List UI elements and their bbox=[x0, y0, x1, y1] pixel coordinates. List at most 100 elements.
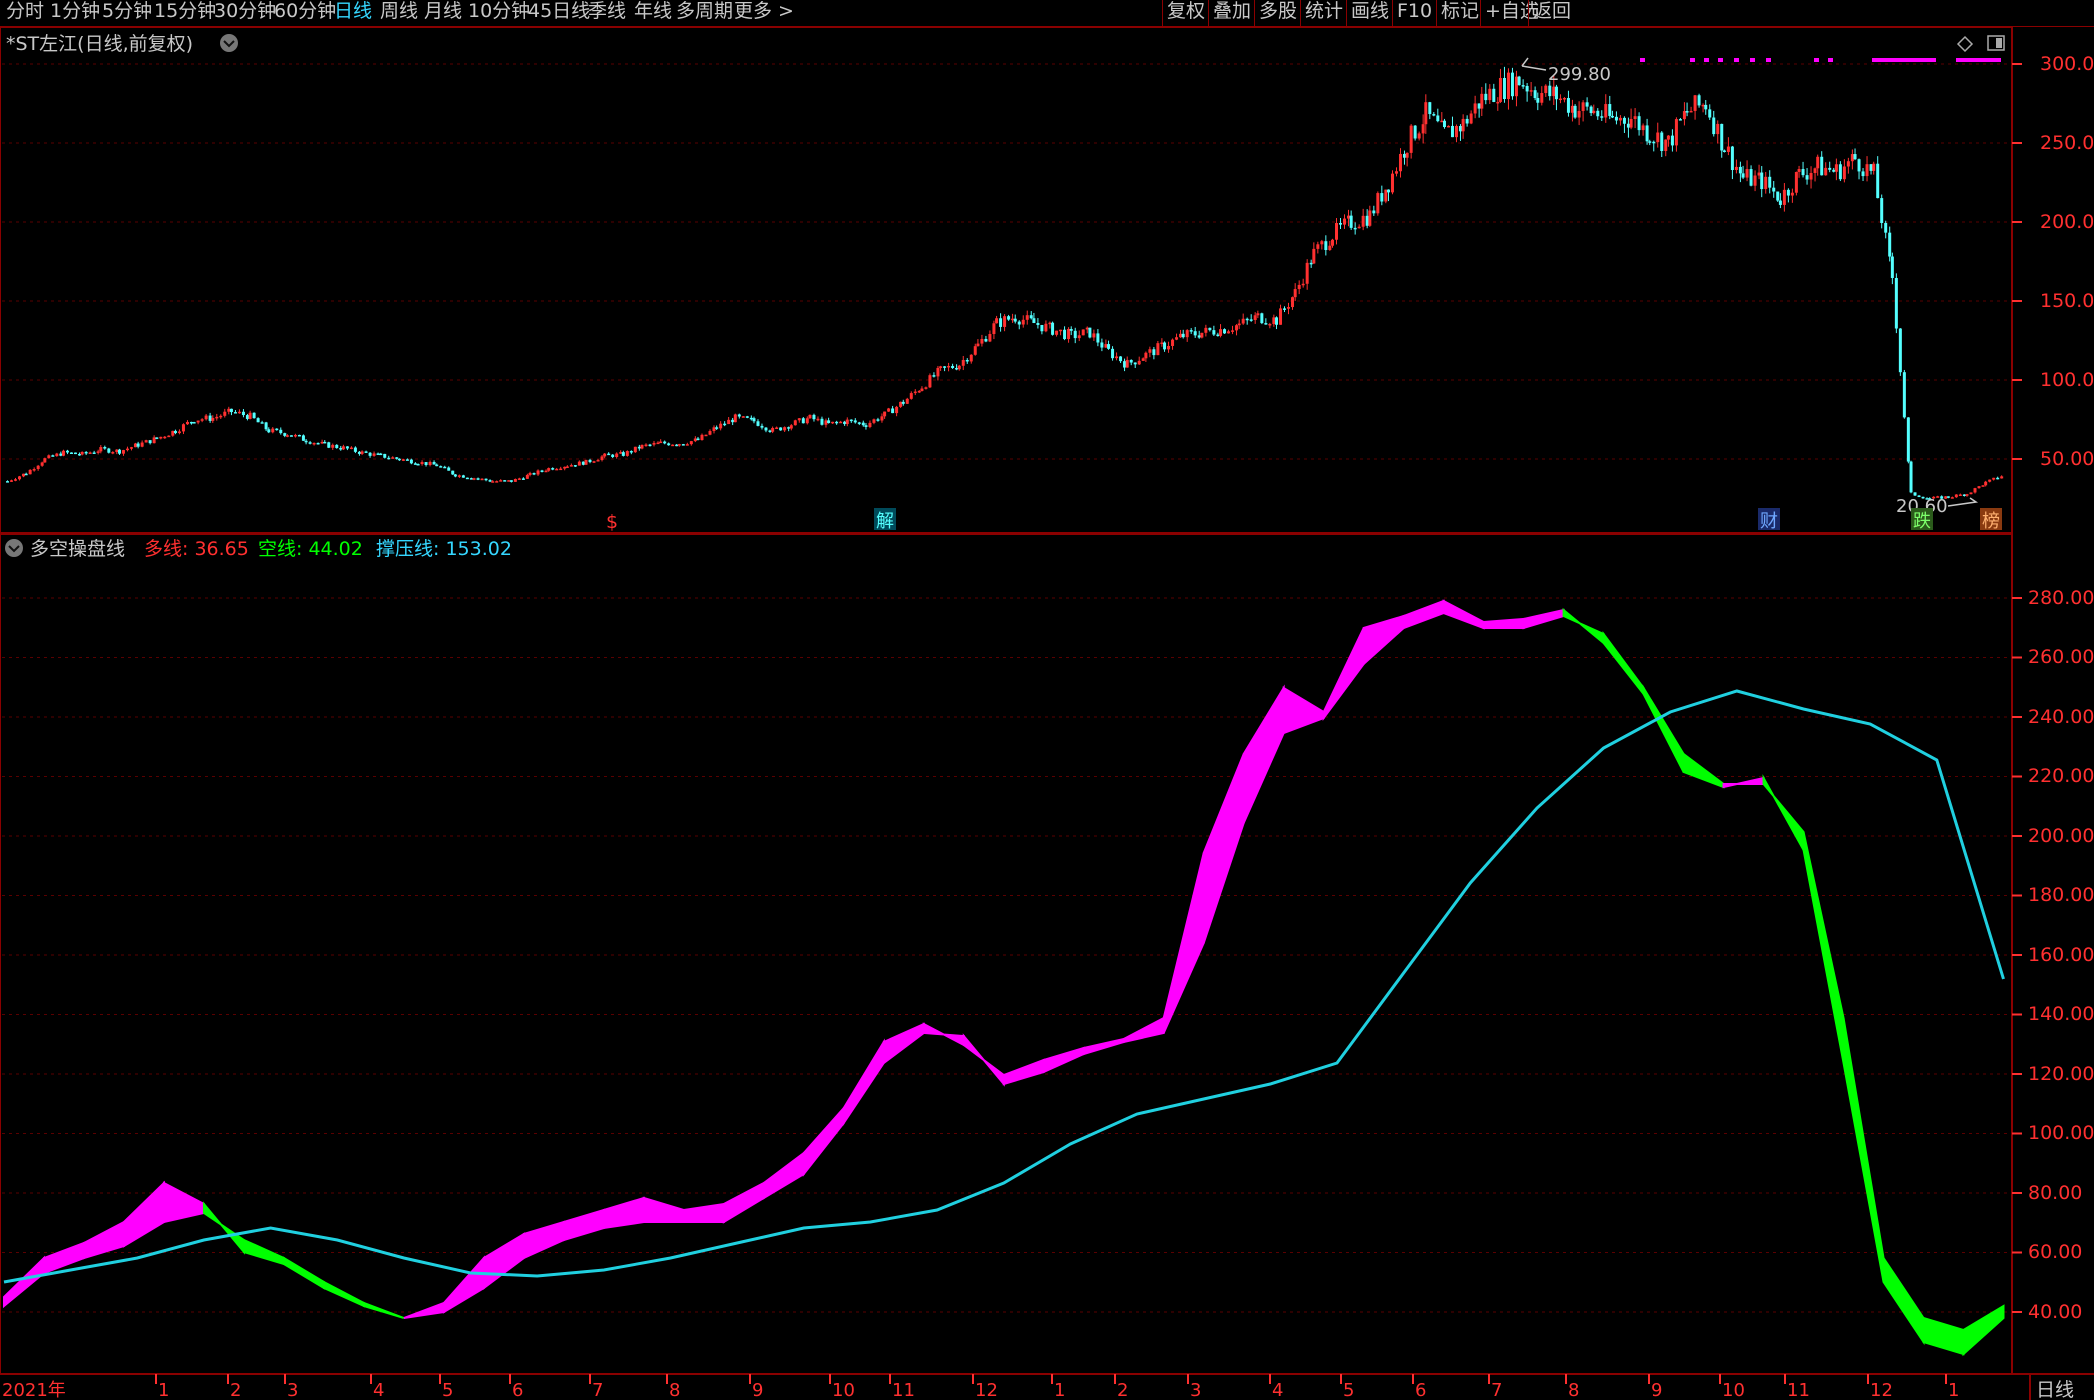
candle-body bbox=[208, 415, 212, 421]
event-marker-unlock[interactable]: 解 bbox=[876, 511, 894, 532]
candle-body bbox=[1772, 187, 1776, 192]
candle-body bbox=[864, 425, 868, 427]
candle-body bbox=[1484, 93, 1488, 101]
event-marker-finance[interactable]: 财 bbox=[1760, 511, 1778, 532]
candle-body bbox=[1291, 297, 1295, 308]
indicator-band-segment bbox=[642, 1196, 685, 1223]
candle-body bbox=[1013, 318, 1017, 322]
candle-body bbox=[111, 452, 115, 454]
candle-body bbox=[107, 448, 111, 453]
candle-body bbox=[868, 422, 872, 427]
candle-body bbox=[764, 427, 768, 431]
candle-body bbox=[629, 451, 633, 453]
candle-body bbox=[1502, 77, 1506, 100]
candle-body bbox=[401, 459, 405, 461]
candle-body bbox=[943, 366, 947, 368]
candle-body bbox=[61, 450, 65, 456]
candle-body bbox=[1790, 192, 1794, 196]
candle-body bbox=[1264, 323, 1268, 325]
candle-body bbox=[957, 365, 961, 370]
signal-dots bbox=[1640, 58, 2001, 62]
candle-body bbox=[1227, 331, 1231, 334]
candle-body bbox=[1339, 223, 1342, 225]
indicator-y-axis: 280.00 260.00 240.00 220.00 200.00 180.0… bbox=[2028, 587, 2094, 1323]
candle-body bbox=[368, 452, 372, 456]
candle-body bbox=[219, 415, 223, 418]
candle-body bbox=[1498, 77, 1502, 102]
candle-body bbox=[771, 427, 775, 432]
candle-body bbox=[9, 480, 13, 482]
candle-body bbox=[1704, 104, 1708, 110]
candle-body bbox=[704, 434, 708, 437]
candle-body bbox=[215, 416, 219, 419]
indicator-band-segment bbox=[962, 1033, 1005, 1087]
candle-body bbox=[432, 462, 436, 465]
candle-body bbox=[992, 323, 996, 335]
candle-body bbox=[663, 441, 667, 444]
indicator-dropdown-icon[interactable] bbox=[5, 539, 23, 557]
indicator-band-segment bbox=[1362, 614, 1405, 667]
x-tick-label: 1 bbox=[1054, 1380, 1065, 1400]
candle-body bbox=[1346, 215, 1350, 219]
candle-body bbox=[1148, 349, 1152, 353]
candle-body bbox=[1141, 358, 1145, 361]
event-marker-list[interactable]: 榜 bbox=[1982, 511, 2000, 532]
x-tick-label: 7 bbox=[1491, 1380, 1502, 1400]
candle-body bbox=[741, 416, 745, 418]
candle-body bbox=[1301, 283, 1305, 286]
candle-body bbox=[891, 408, 895, 414]
candle-body bbox=[55, 453, 59, 457]
candle-body bbox=[507, 480, 511, 482]
candle-body bbox=[965, 359, 969, 362]
candle-body bbox=[447, 467, 451, 471]
event-marker-drop[interactable]: 跌 bbox=[1913, 511, 1931, 532]
candle-body bbox=[1450, 125, 1454, 138]
candle-body bbox=[615, 453, 619, 458]
indicator-band-segment bbox=[1842, 1017, 1885, 1283]
candle-body bbox=[1506, 72, 1510, 100]
candle-body bbox=[1850, 154, 1854, 162]
main-y-tick: 250.0 bbox=[2040, 132, 2094, 154]
candle-body bbox=[1604, 104, 1608, 118]
candle-body bbox=[1890, 256, 1894, 278]
event-marker-dollar[interactable]: $ bbox=[606, 511, 618, 533]
candle-body bbox=[805, 418, 809, 424]
candle-body bbox=[173, 430, 177, 434]
indicator-band-segment bbox=[1322, 627, 1365, 722]
period-badge[interactable]: 日线 bbox=[2036, 1379, 2074, 1400]
candle-body bbox=[1440, 120, 1444, 123]
diamond-icon[interactable] bbox=[1956, 35, 1974, 53]
title-dropdown-icon[interactable] bbox=[220, 34, 238, 52]
candle-body bbox=[96, 451, 100, 453]
candle-body bbox=[1405, 152, 1409, 158]
candle-body bbox=[883, 411, 887, 417]
candle-body bbox=[607, 453, 611, 456]
candle-body bbox=[652, 442, 656, 445]
candle-body bbox=[973, 346, 977, 355]
candle-body bbox=[1179, 333, 1183, 338]
candle-body bbox=[1469, 113, 1473, 124]
main-y-axis: 300.0 250.0 200.0 150.0 100.0 50.00 bbox=[2040, 53, 2094, 470]
candle-body bbox=[331, 444, 335, 448]
candle-body bbox=[1861, 171, 1865, 177]
indicator-y-tick: 60.00 bbox=[2028, 1241, 2082, 1263]
candle-body bbox=[1984, 481, 1988, 486]
candle-body bbox=[689, 441, 693, 445]
indicator-band-segment bbox=[1682, 751, 1725, 789]
candle-body bbox=[843, 421, 847, 425]
candle-body bbox=[397, 458, 401, 461]
candle-body bbox=[1626, 123, 1630, 128]
candle-body bbox=[1514, 76, 1518, 97]
candle-body bbox=[1454, 125, 1458, 138]
indicator-band-segment bbox=[282, 1256, 325, 1290]
indicator-y-ticks bbox=[2012, 597, 2022, 1313]
candle-body bbox=[1813, 168, 1817, 173]
candle-body bbox=[1950, 497, 1954, 499]
candle-body bbox=[13, 479, 17, 481]
candle-body bbox=[1119, 356, 1123, 362]
chart-area[interactable]: *ST左江(日线,前复权) 299.80 20.60 $ 解 财 跌 榜 300… bbox=[0, 0, 2094, 1400]
candle-body bbox=[152, 437, 156, 444]
indicator-band-segment bbox=[1802, 831, 1845, 1064]
indicator-short-value: 空线: 44.02 bbox=[258, 538, 363, 560]
candle-body bbox=[140, 442, 144, 447]
